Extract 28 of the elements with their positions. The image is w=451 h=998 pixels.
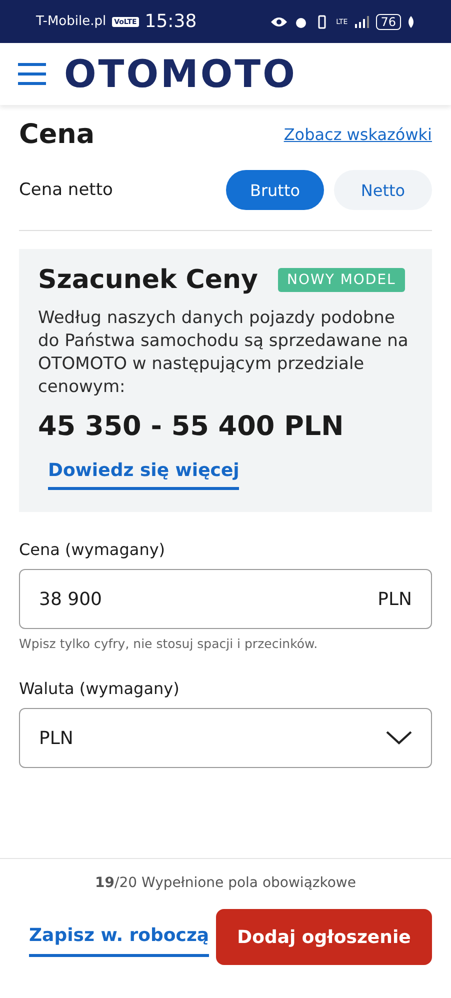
section-title: Cena <box>19 119 95 150</box>
publish-button[interactable]: Dodaj ogłoszenie <box>216 909 432 965</box>
save-draft-button[interactable]: Zapisz w. roboczą <box>29 917 210 957</box>
currency-label: Waluta (wymagany) <box>19 679 180 698</box>
price-type-option[interactable]: Brutto <box>226 170 324 210</box>
otomoto-logo[interactable]: OTOMOTO <box>64 52 297 96</box>
signal-icon <box>354 16 370 28</box>
guidance-link[interactable]: Zobacz wskazówki <box>284 125 432 144</box>
currency-select[interactable]: PLN <box>19 708 432 768</box>
new-model-badge: NOWY MODEL <box>278 268 405 292</box>
price-type-option[interactable]: Netto <box>334 170 432 210</box>
carrier-name: T-Mobile.pl <box>36 14 106 29</box>
currency-unit: PLN <box>378 588 412 610</box>
price-hint: Wpisz tylko cyfry, nie stosuj spacji i przecinków. <box>19 636 319 651</box>
currency-value: PLN <box>39 728 74 748</box>
learn-more-link[interactable]: Dowiedz się więcej <box>48 460 240 490</box>
price-value: 38 900 <box>39 588 102 610</box>
price-range: 45 350 - 55 400 PLN <box>38 411 345 442</box>
menu-icon[interactable] <box>18 63 46 85</box>
price-type-label: Cena netto <box>19 180 113 200</box>
battery-level: 76 <box>376 14 401 30</box>
eye-icon <box>270 16 288 28</box>
estimate-description: Według naszych danych pojazdy podobne do Państwa samochodu są sprzedawane na OTOMOTO w następującym przedziale cenowym: <box>38 307 410 399</box>
clock: 15:38 <box>144 11 197 32</box>
price-input[interactable]: 38 900 PLN <box>19 569 432 629</box>
estimate-title: Szacunek Ceny <box>38 265 258 295</box>
price-label: Cena (wymagany) <box>19 540 166 559</box>
chevron-down-icon <box>386 731 412 745</box>
